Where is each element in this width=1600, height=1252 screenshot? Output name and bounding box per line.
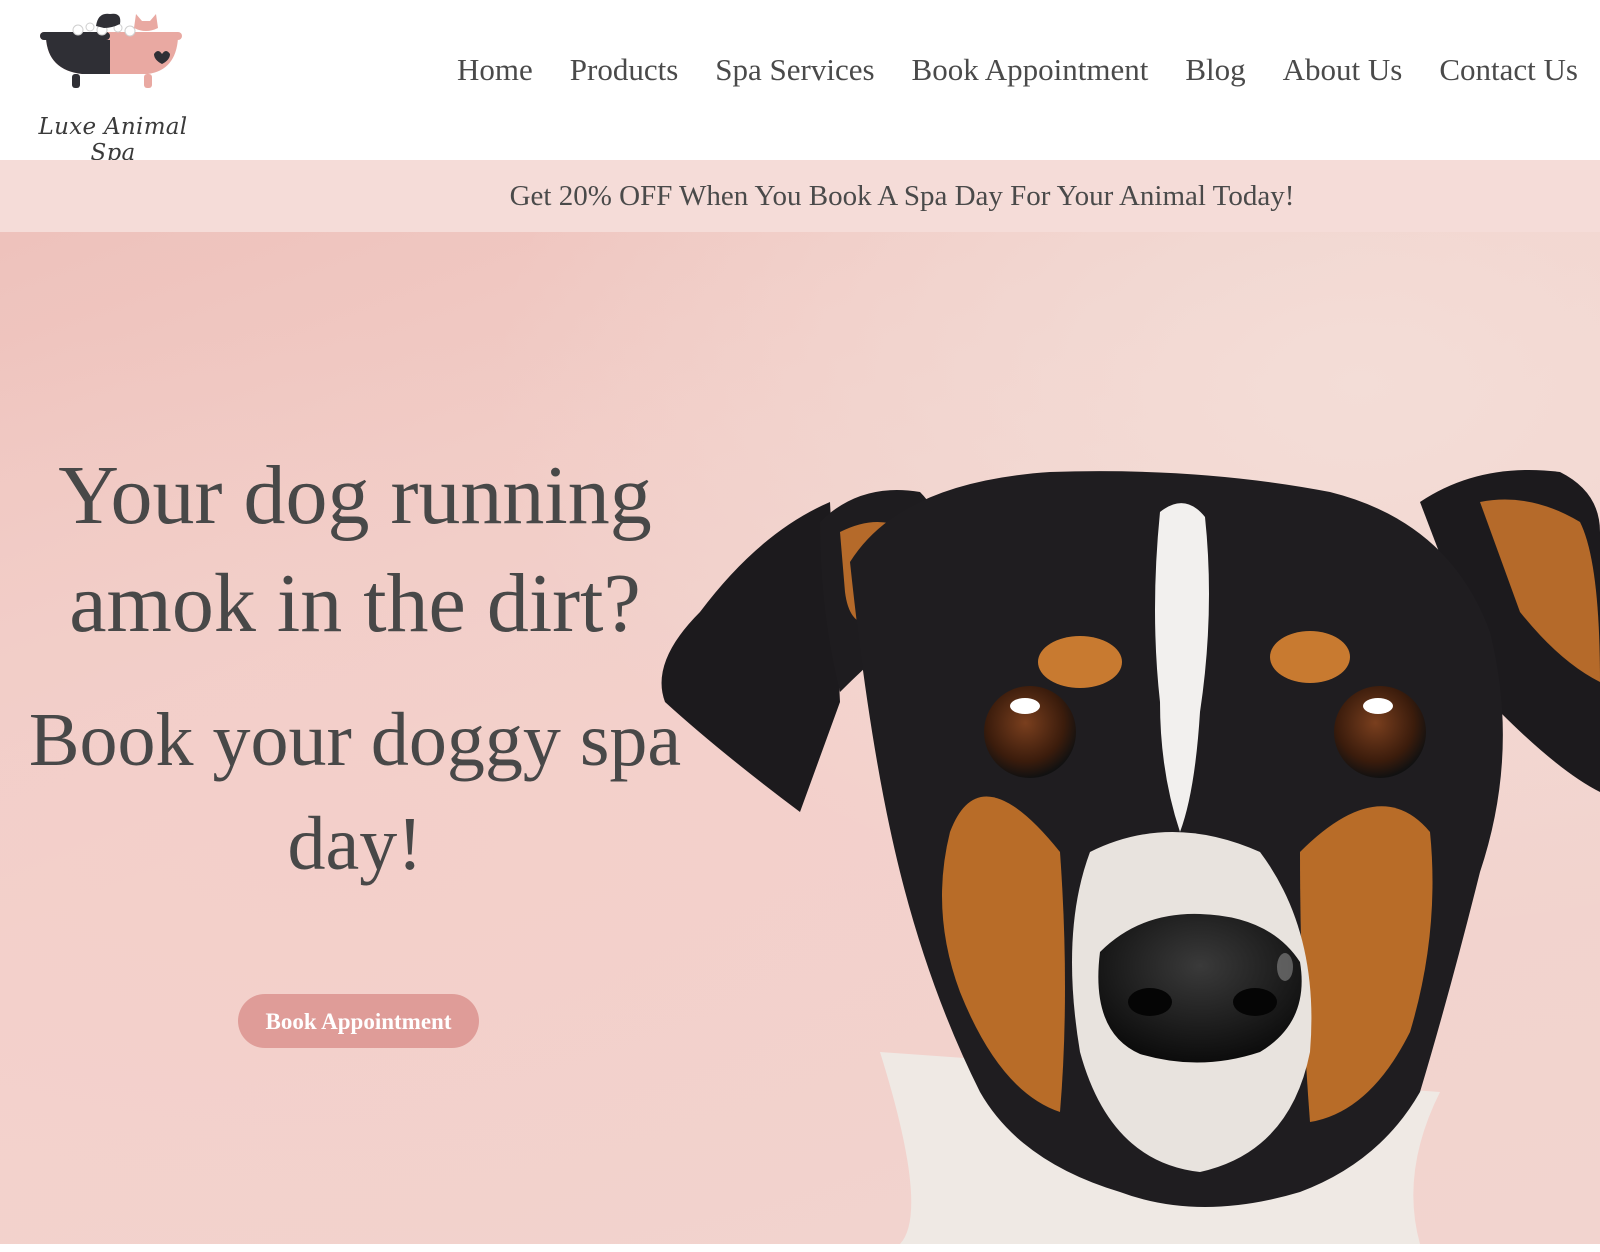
nav-blog[interactable]: Blog [1185,52,1245,88]
site-header: Luxe Animal Spa Home Products Spa Servic… [0,0,1600,166]
brand-logo[interactable]: Luxe Animal Spa [18,8,208,166]
bathtub-logo-icon [40,13,182,88]
hero-section: Your dog running amok in the dirt? Book … [0,232,1600,1244]
page-bottom-edge [0,1244,1600,1252]
promo-banner: Get 20% OFF When You Book A Spa Day For … [0,160,1600,232]
nav-spa-services[interactable]: Spa Services [715,52,874,88]
nav-contact-us[interactable]: Contact Us [1439,52,1578,88]
promo-text: Get 20% OFF When You Book A Spa Day For … [509,180,1295,212]
brand-name: Luxe Animal Spa [38,114,188,166]
main-navigation: Home Products Spa Services Book Appointm… [457,52,1578,88]
hero-heading: Your dog running amok in the dirt? [58,449,652,650]
hero-copy: Your dog running amok in the dirt? Book … [0,442,710,896]
nav-about-us[interactable]: About Us [1283,52,1403,88]
nav-home[interactable]: Home [457,52,533,88]
nav-products[interactable]: Products [570,52,679,88]
book-appointment-button[interactable]: Book Appointment [238,994,479,1048]
hero-subheading: Book your doggy spa day! [28,698,682,886]
nav-book-appointment[interactable]: Book Appointment [912,52,1149,88]
